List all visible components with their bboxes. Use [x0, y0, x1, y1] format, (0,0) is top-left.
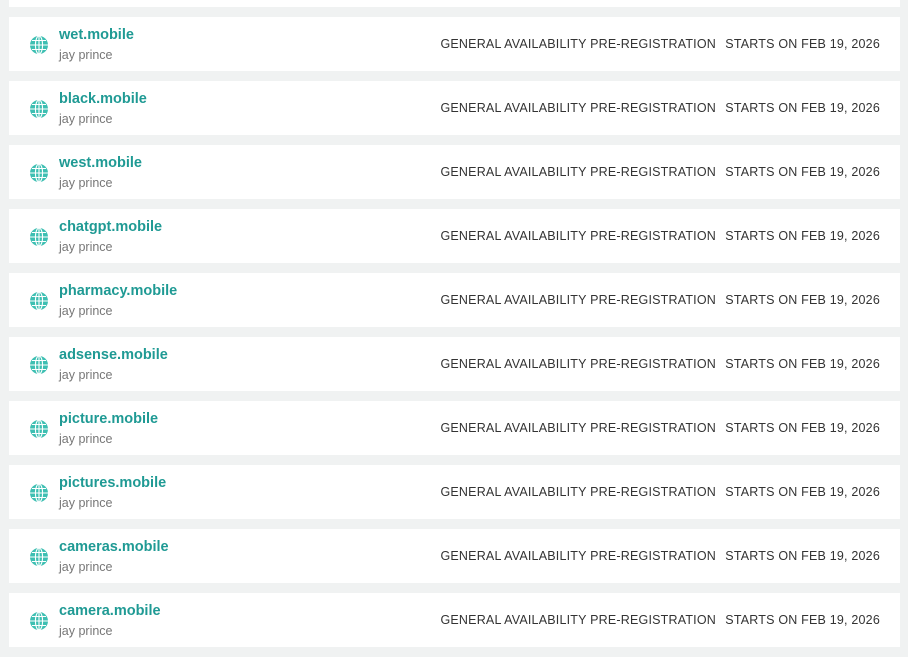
registration-phase: GENERAL AVAILABILITY PRE-REGISTRATION	[440, 421, 716, 435]
registration-phase: GENERAL AVAILABILITY PRE-REGISTRATION	[440, 101, 716, 115]
domain-name-link[interactable]: picture.mobile	[59, 410, 158, 428]
domain-name-link[interactable]: cameras.mobile	[59, 538, 169, 556]
domain-name-link[interactable]: chatgpt.mobile	[59, 218, 162, 236]
domain-owner: jay prince	[59, 48, 113, 62]
domain-owner: jay prince	[59, 368, 113, 382]
domain-row[interactable]: pharmacy.mobile jay prince GENERAL AVAIL…	[9, 273, 900, 327]
registration-phase: GENERAL AVAILABILITY PRE-REGISTRATION	[440, 37, 716, 51]
globe-icon	[29, 355, 49, 375]
domain-row[interactable]: black.mobile jay prince GENERAL AVAILABI…	[9, 81, 900, 135]
domain-name-link[interactable]: black.mobile	[59, 90, 147, 108]
domain-owner: jay prince	[59, 624, 113, 638]
start-date: STARTS ON FEB 19, 2026	[725, 101, 880, 115]
start-date: STARTS ON FEB 19, 2026	[725, 485, 880, 499]
start-date: STARTS ON FEB 19, 2026	[725, 293, 880, 307]
start-date: STARTS ON FEB 19, 2026	[725, 37, 880, 51]
domain-name-link[interactable]: adsense.mobile	[59, 346, 168, 364]
domain-owner: jay prince	[59, 112, 113, 126]
domain-row[interactable]: chatgpt.mobile jay prince GENERAL AVAILA…	[9, 209, 900, 263]
domain-owner: jay prince	[59, 304, 113, 318]
start-date: STARTS ON FEB 19, 2026	[725, 165, 880, 179]
domain-name-link[interactable]: wet.mobile	[59, 26, 134, 44]
domain-row[interactable]: camera.mobile jay prince GENERAL AVAILAB…	[9, 593, 900, 647]
domain-owner: jay prince	[59, 176, 113, 190]
start-date: STARTS ON FEB 19, 2026	[725, 549, 880, 563]
globe-icon	[29, 99, 49, 119]
registration-phase: GENERAL AVAILABILITY PRE-REGISTRATION	[440, 229, 716, 243]
globe-icon	[29, 611, 49, 631]
domain-row[interactable]: wet.mobile jay prince GENERAL AVAILABILI…	[9, 17, 900, 71]
domain-owner: jay prince	[59, 496, 113, 510]
globe-icon	[29, 227, 49, 247]
registration-phase: GENERAL AVAILABILITY PRE-REGISTRATION	[440, 357, 716, 371]
globe-icon	[29, 419, 49, 439]
registration-phase: GENERAL AVAILABILITY PRE-REGISTRATION	[440, 485, 716, 499]
globe-icon	[29, 483, 49, 503]
start-date: STARTS ON FEB 19, 2026	[725, 421, 880, 435]
domain-name-link[interactable]: camera.mobile	[59, 602, 161, 620]
domain-name-link[interactable]: pharmacy.mobile	[59, 282, 177, 300]
globe-icon	[29, 35, 49, 55]
globe-icon	[29, 163, 49, 183]
domain-row-partial	[9, 0, 900, 7]
globe-icon	[29, 291, 49, 311]
registration-phase: GENERAL AVAILABILITY PRE-REGISTRATION	[440, 613, 716, 627]
registration-phase: GENERAL AVAILABILITY PRE-REGISTRATION	[440, 165, 716, 179]
start-date: STARTS ON FEB 19, 2026	[725, 229, 880, 243]
domain-owner: jay prince	[59, 560, 113, 574]
domain-list: wet.mobile jay prince GENERAL AVAILABILI…	[9, 0, 900, 657]
domain-name-link[interactable]: pictures.mobile	[59, 474, 166, 492]
domain-name-link[interactable]: west.mobile	[59, 154, 142, 172]
domain-row[interactable]: cameras.mobile jay prince GENERAL AVAILA…	[9, 529, 900, 583]
domain-row[interactable]: picture.mobile jay prince GENERAL AVAILA…	[9, 401, 900, 455]
registration-phase: GENERAL AVAILABILITY PRE-REGISTRATION	[440, 293, 716, 307]
domain-row[interactable]: adsense.mobile jay prince GENERAL AVAILA…	[9, 337, 900, 391]
domain-row[interactable]: pictures.mobile jay prince GENERAL AVAIL…	[9, 465, 900, 519]
registration-phase: GENERAL AVAILABILITY PRE-REGISTRATION	[440, 549, 716, 563]
domain-row[interactable]: west.mobile jay prince GENERAL AVAILABIL…	[9, 145, 900, 199]
domain-owner: jay prince	[59, 432, 113, 446]
domain-owner: jay prince	[59, 240, 113, 254]
start-date: STARTS ON FEB 19, 2026	[725, 613, 880, 627]
globe-icon	[29, 547, 49, 567]
start-date: STARTS ON FEB 19, 2026	[725, 357, 880, 371]
